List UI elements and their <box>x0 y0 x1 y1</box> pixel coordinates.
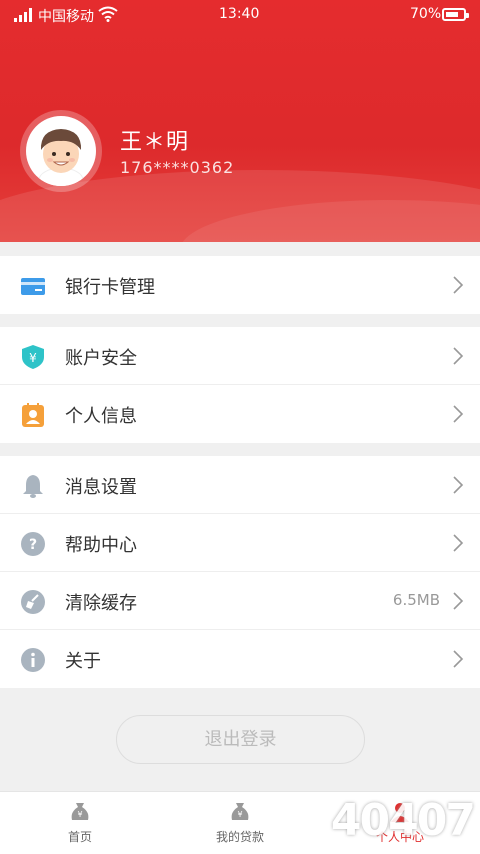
watermark-logo: 40407 <box>330 795 476 846</box>
money-bag-home-icon: ¥ <box>71 803 89 820</box>
menu-item-label: 关于 <box>65 651 101 672</box>
info-circle-icon <box>21 648 45 672</box>
menu-item-label: 银行卡管理 <box>65 277 155 298</box>
menu-group-account: ¥ 账户安全 个人信息 <box>0 327 480 443</box>
tab-home[interactable]: ¥ 首页 <box>20 800 140 845</box>
avatar[interactable] <box>20 110 102 192</box>
money-bag-icon: ¥ <box>231 803 249 820</box>
wifi-icon <box>98 6 118 22</box>
logout-button[interactable]: 退出登录 <box>116 715 365 764</box>
menu-item-label: 消息设置 <box>65 477 137 498</box>
menu-item-label: 个人信息 <box>65 406 137 427</box>
menu-item-label: 清除缓存 <box>65 593 137 614</box>
menu-item-clear-cache[interactable]: 清除缓存 6.5MB <box>0 572 480 630</box>
user-phone: 176****0362 <box>120 158 235 177</box>
tab-label: 我的贷款 <box>215 830 264 844</box>
svg-text:¥: ¥ <box>29 351 37 365</box>
chevron-right-icon <box>453 476 464 494</box>
battery-percent: 70% <box>410 6 442 22</box>
signal-icon <box>14 8 32 22</box>
carrier-name: 中国移动 <box>38 9 94 25</box>
chevron-right-icon <box>453 276 464 294</box>
menu-item-personal-info[interactable]: 个人信息 <box>0 385 480 443</box>
user-name: 王＊明 <box>120 130 190 155</box>
avatar-image <box>26 116 96 186</box>
menu-item-label: 帮助中心 <box>65 535 137 556</box>
profile-header: 中国移动 13:40 70% 王＊明 176****0362 <box>0 0 480 242</box>
tab-my-loans[interactable]: ¥ 我的贷款 <box>180 800 300 845</box>
battery-icon <box>442 8 469 21</box>
menu-item-help-center[interactable]: ? 帮助中心 <box>0 514 480 572</box>
chevron-right-icon <box>453 405 464 423</box>
bank-card-icon <box>21 278 45 295</box>
menu-group-settings: 消息设置 ? 帮助中心 清除缓存 6.5MB 关于 <box>0 456 480 688</box>
menu-item-notification-settings[interactable]: 消息设置 <box>0 456 480 514</box>
boy-avatar-icon <box>38 129 84 186</box>
status-bar: 中国移动 13:40 70% <box>0 0 480 30</box>
logout-area: 退出登录 <box>0 689 480 791</box>
chevron-right-icon <box>453 534 464 552</box>
cache-size: 6.5MB <box>392 591 440 609</box>
svg-text:¥: ¥ <box>77 810 82 819</box>
menu-group-cards: 银行卡管理 <box>0 256 480 314</box>
chevron-right-icon <box>453 650 464 668</box>
person-card-icon <box>22 403 44 427</box>
question-circle-icon: ? <box>21 532 45 556</box>
svg-text:?: ? <box>29 537 37 553</box>
broom-icon <box>21 590 45 614</box>
shield-yuan-icon: ¥ <box>22 345 44 369</box>
menu-item-bank-card[interactable]: 银行卡管理 <box>0 256 480 314</box>
menu-item-about[interactable]: 关于 <box>0 630 480 688</box>
menu-item-account-security[interactable]: ¥ 账户安全 <box>0 327 480 385</box>
svg-text:¥: ¥ <box>237 810 242 819</box>
tab-label: 首页 <box>67 830 92 844</box>
bell-icon <box>23 475 43 498</box>
chevron-right-icon <box>453 347 464 365</box>
chevron-right-icon <box>453 592 464 610</box>
clock: 13:40 <box>219 6 260 22</box>
menu-item-label: 账户安全 <box>65 348 137 369</box>
